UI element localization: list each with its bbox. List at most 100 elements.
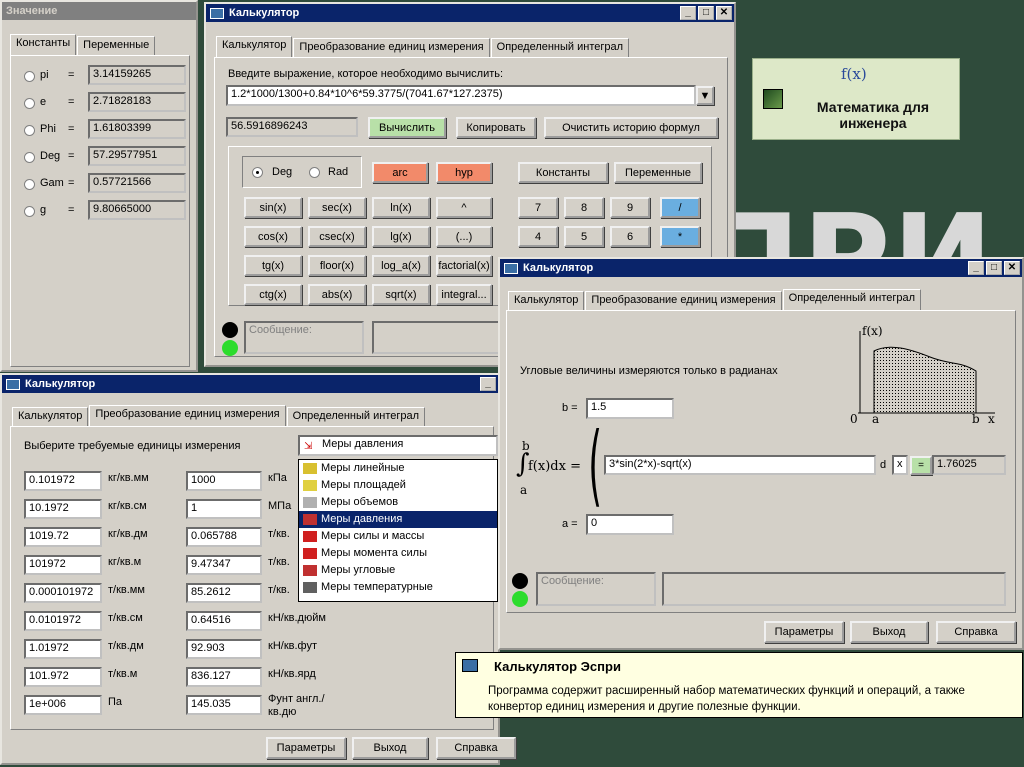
constant-radio[interactable] bbox=[24, 71, 35, 82]
tab-integral[interactable]: Определенный интеграл bbox=[490, 38, 630, 57]
rad-radio[interactable] bbox=[309, 167, 320, 178]
tab-calculator[interactable]: Калькулятор bbox=[12, 407, 89, 426]
tab-constants[interactable]: Константы bbox=[10, 34, 77, 55]
unit-category-option[interactable]: Меры площадей bbox=[299, 477, 497, 494]
tab-units[interactable]: Преобразование единиц измерения bbox=[89, 405, 286, 426]
unit-value-input[interactable]: 101972 bbox=[24, 555, 102, 575]
maximize-button[interactable]: □ bbox=[698, 6, 714, 20]
integrand-input[interactable]: 3*sin(2*x)-sqrt(x) bbox=[604, 455, 876, 475]
maximize-button[interactable]: □ bbox=[986, 261, 1002, 275]
variables-button[interactable]: Переменные bbox=[614, 162, 702, 183]
unit-category-option[interactable]: Меры угловые bbox=[299, 562, 497, 579]
digit-button[interactable]: * bbox=[660, 226, 700, 247]
close-button[interactable]: ✕ bbox=[1004, 261, 1020, 275]
digit-button[interactable]: 9 bbox=[610, 197, 650, 218]
unit-value-input[interactable]: 1 bbox=[186, 499, 262, 519]
digit-button[interactable]: 5 bbox=[564, 226, 604, 247]
compute-integral-button[interactable]: = bbox=[910, 456, 932, 475]
variable-input[interactable]: x bbox=[892, 455, 908, 475]
minimize-button[interactable]: _ bbox=[680, 6, 696, 20]
title-bar[interactable]: Калькулятор bbox=[2, 375, 498, 393]
title-bar[interactable]: Калькулятор bbox=[500, 259, 1022, 277]
unit-value-input[interactable]: 85.2612 bbox=[186, 583, 262, 603]
func-button[interactable]: sin(x) bbox=[244, 197, 302, 218]
title-bar[interactable]: Калькулятор bbox=[206, 4, 734, 22]
exit-button[interactable]: Выход bbox=[352, 737, 428, 759]
func-button[interactable]: csec(x) bbox=[308, 226, 366, 247]
func-button[interactable]: ln(x) bbox=[372, 197, 430, 218]
tab-integral[interactable]: Определенный интеграл bbox=[782, 289, 922, 310]
func-button[interactable]: (...) bbox=[436, 226, 492, 247]
constant-radio[interactable] bbox=[24, 98, 35, 109]
tab-units[interactable]: Преобразование единиц измерения bbox=[585, 291, 782, 310]
unit-value-input[interactable]: 101.972 bbox=[24, 667, 102, 687]
unit-value-input[interactable]: 0.101972 bbox=[24, 471, 102, 491]
constant-radio[interactable] bbox=[24, 125, 35, 136]
help-button[interactable]: Справка bbox=[436, 737, 516, 759]
unit-value-input[interactable]: 0.64516 bbox=[186, 611, 262, 631]
unit-category-option[interactable]: Меры силы и массы bbox=[299, 528, 497, 545]
close-button[interactable]: ✕ bbox=[716, 6, 732, 20]
dropdown-arrow-icon[interactable]: ▼ bbox=[696, 86, 714, 105]
unit-category-option[interactable]: Меры температурные bbox=[299, 579, 497, 596]
clear-history-button[interactable]: Очистить историю формул bbox=[544, 117, 718, 138]
title-bar[interactable]: Значение bbox=[2, 2, 196, 20]
exit-button[interactable]: Выход bbox=[850, 621, 928, 643]
copy-button[interactable]: Копировать bbox=[456, 117, 536, 138]
func-button[interactable]: factorial(x) bbox=[436, 255, 492, 276]
lower-limit-input[interactable]: 0 bbox=[586, 514, 674, 535]
func-button[interactable]: ^ bbox=[436, 197, 492, 218]
digit-button[interactable]: 6 bbox=[610, 226, 650, 247]
hyp-button[interactable]: hyp bbox=[436, 162, 492, 183]
expression-input[interactable]: 1.2*1000/1300+0.84*10^6*59.3775/(7041.67… bbox=[226, 85, 696, 106]
parameters-button[interactable]: Параметры bbox=[266, 737, 346, 759]
arc-button[interactable]: arc bbox=[372, 162, 428, 183]
unit-category-select[interactable]: Меры давления bbox=[298, 435, 498, 456]
tab-calculator[interactable]: Калькулятор bbox=[508, 291, 585, 310]
func-button[interactable]: abs(x) bbox=[308, 284, 366, 305]
unit-value-input[interactable]: 1019.72 bbox=[24, 527, 102, 547]
unit-value-input[interactable]: 145.035 bbox=[186, 695, 262, 715]
constants-button[interactable]: Константы bbox=[518, 162, 608, 183]
deg-radio[interactable] bbox=[252, 167, 263, 178]
constant-radio[interactable] bbox=[24, 206, 35, 217]
constant-radio[interactable] bbox=[24, 179, 35, 190]
unit-category-option[interactable]: Меры линейные bbox=[299, 460, 497, 477]
digit-button[interactable]: 7 bbox=[518, 197, 558, 218]
unit-category-option[interactable]: Меры давления bbox=[299, 511, 497, 528]
tab-units[interactable]: Преобразование единиц измерения bbox=[293, 38, 490, 57]
minimize-button[interactable]: _ bbox=[968, 261, 984, 275]
unit-value-input[interactable]: 1.01972 bbox=[24, 639, 102, 659]
calculate-button[interactable]: Вычислить bbox=[368, 117, 446, 138]
digit-button[interactable]: / bbox=[660, 197, 700, 218]
func-button[interactable]: cos(x) bbox=[244, 226, 302, 247]
tab-integral[interactable]: Определенный интеграл bbox=[286, 407, 426, 426]
constant-radio[interactable] bbox=[24, 152, 35, 163]
tab-variables[interactable]: Переменные bbox=[77, 36, 156, 55]
unit-category-option[interactable]: Меры объемов bbox=[299, 494, 497, 511]
func-button[interactable]: floor(x) bbox=[308, 255, 366, 276]
unit-value-input[interactable]: 0.000101972 bbox=[24, 583, 102, 603]
unit-value-input[interactable]: 836.127 bbox=[186, 667, 262, 687]
unit-value-input[interactable]: 1e+006 bbox=[24, 695, 102, 715]
unit-value-input[interactable]: 1000 bbox=[186, 471, 262, 491]
minimize-button[interactable]: _ bbox=[480, 377, 496, 391]
func-button[interactable]: ctg(x) bbox=[244, 284, 302, 305]
parameters-button[interactable]: Параметры bbox=[764, 621, 844, 643]
func-button[interactable]: log_a(x) bbox=[372, 255, 430, 276]
func-button[interactable]: sec(x) bbox=[308, 197, 366, 218]
digit-button[interactable]: 8 bbox=[564, 197, 604, 218]
func-button[interactable]: tg(x) bbox=[244, 255, 302, 276]
unit-value-input[interactable]: 0.065788 bbox=[186, 527, 262, 547]
digit-button[interactable]: 4 bbox=[518, 226, 558, 247]
unit-category-option[interactable]: Меры момента силы bbox=[299, 545, 497, 562]
func-button[interactable]: lg(x) bbox=[372, 226, 430, 247]
unit-value-input[interactable]: 9.47347 bbox=[186, 555, 262, 575]
help-button[interactable]: Справка bbox=[936, 621, 1016, 643]
unit-value-input[interactable]: 92.903 bbox=[186, 639, 262, 659]
unit-value-input[interactable]: 0.0101972 bbox=[24, 611, 102, 631]
tab-calculator[interactable]: Калькулятор bbox=[216, 36, 293, 57]
func-button[interactable]: sqrt(x) bbox=[372, 284, 430, 305]
func-button[interactable]: integral... bbox=[436, 284, 492, 305]
unit-value-input[interactable]: 10.1972 bbox=[24, 499, 102, 519]
